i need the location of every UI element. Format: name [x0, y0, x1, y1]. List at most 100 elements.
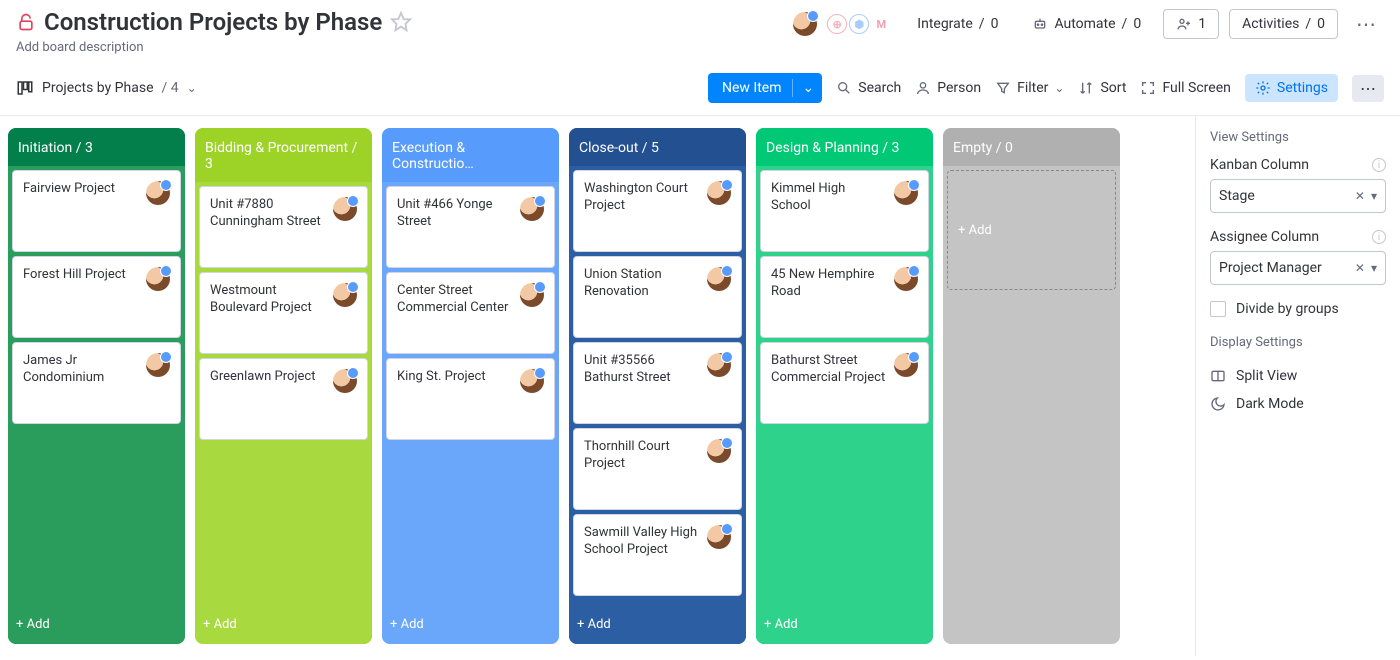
chevron-down-icon: ⌄: [187, 81, 197, 95]
assignee-avatar[interactable]: [520, 283, 544, 307]
filter-button[interactable]: Filter ⌄: [995, 80, 1064, 96]
invite-button[interactable]: 1: [1163, 9, 1219, 39]
column-header[interactable]: Design & Planning / 3: [756, 128, 933, 166]
activities-button[interactable]: Activities / 0: [1229, 9, 1338, 39]
fullscreen-button[interactable]: Full Screen: [1140, 80, 1230, 96]
kanban-card[interactable]: Bathurst Street Commercial Project: [760, 342, 929, 424]
add-card-button[interactable]: + Add: [756, 607, 933, 644]
clear-icon[interactable]: ✕: [1355, 261, 1365, 275]
card-title: Center Street Commercial Center: [397, 283, 514, 343]
kanban-card[interactable]: Westmount Boulevard Project: [199, 272, 368, 354]
assignee-avatar[interactable]: [146, 181, 170, 205]
toolbar-menu-icon[interactable]: ⋯: [1352, 75, 1384, 102]
integrate-button[interactable]: Integrate / 0: [905, 10, 1010, 38]
board-members[interactable]: [793, 12, 817, 36]
clear-icon[interactable]: ✕: [1355, 189, 1365, 203]
person-filter[interactable]: Person: [915, 80, 981, 96]
kanban-card[interactable]: Forest Hill Project: [12, 256, 181, 338]
chevron-down-icon[interactable]: ▾: [1371, 261, 1377, 275]
board-description[interactable]: Add board description: [16, 40, 412, 55]
integration-icon: ⬢: [849, 14, 869, 34]
kanban-card[interactable]: Union Station Renovation: [573, 256, 742, 338]
kanban-card[interactable]: Unit #466 Yonge Street: [386, 186, 555, 268]
dark-mode-option[interactable]: Dark Mode: [1210, 390, 1386, 418]
column-header[interactable]: Close-out / 5: [569, 128, 746, 166]
kanban-column: Initiation / 3 Fairview ProjectForest Hil…: [8, 128, 185, 644]
card-title: Westmount Boulevard Project: [210, 283, 327, 343]
assignee-avatar[interactable]: [894, 353, 918, 377]
assignee-avatar[interactable]: [707, 439, 731, 463]
card-title: Thornhill Court Project: [584, 439, 701, 499]
assignee-avatar[interactable]: [707, 267, 731, 291]
divide-by-groups-checkbox[interactable]: Divide by groups: [1210, 301, 1386, 317]
assignee-avatar[interactable]: [520, 369, 544, 393]
split-view-icon: [1210, 368, 1226, 384]
kanban-card[interactable]: Washington Court Project: [573, 170, 742, 252]
kanban-column: Design & Planning / 3 Kimmel High School4…: [756, 128, 933, 644]
view-selector[interactable]: Projects by Phase / 4 ⌄: [16, 79, 197, 97]
kanban-card[interactable]: Greenlawn Project: [199, 358, 368, 440]
search-icon: [836, 80, 852, 96]
assignee-avatar[interactable]: [146, 353, 170, 377]
assignee-avatar[interactable]: [333, 197, 357, 221]
column-header[interactable]: Empty / 0: [943, 128, 1120, 166]
field-label: Assignee Column: [1210, 229, 1319, 245]
assignee-avatar[interactable]: [707, 181, 731, 205]
add-card-button[interactable]: + Add: [947, 170, 1116, 290]
kanban-card[interactable]: Thornhill Court Project: [573, 428, 742, 510]
assignee-avatar[interactable]: [146, 267, 170, 291]
board-menu-icon[interactable]: ⋯: [1348, 8, 1384, 40]
kanban-card[interactable]: Unit #35566 Bathurst Street: [573, 342, 742, 424]
card-title: Unit #35566 Bathurst Street: [584, 353, 701, 413]
info-icon[interactable]: i: [1372, 158, 1386, 172]
card-title: King St. Project: [397, 369, 486, 429]
moon-icon: [1210, 396, 1226, 412]
kanban-column-select[interactable]: Stage ✕▾: [1210, 179, 1386, 213]
lock-icon: [16, 12, 36, 32]
new-item-button[interactable]: New Item ⌄: [708, 73, 822, 103]
kanban-board: Initiation / 3 Fairview ProjectForest Hil…: [0, 116, 1195, 656]
assignee-avatar[interactable]: [333, 283, 357, 307]
assignee-column-select[interactable]: Project Manager ✕▾: [1210, 251, 1386, 285]
split-view-option[interactable]: Split View: [1210, 362, 1386, 390]
star-icon[interactable]: [390, 11, 412, 33]
chevron-down-icon[interactable]: ⌄: [803, 80, 815, 96]
settings-button[interactable]: Settings: [1245, 74, 1338, 102]
integration-icon: ⊕: [827, 14, 847, 34]
view-settings-panel: View Settings Kanban Column i Stage ✕▾ A…: [1195, 116, 1400, 656]
card-title: Unit #466 Yonge Street: [397, 197, 514, 257]
kanban-column: Empty / 0 + Add: [943, 128, 1120, 644]
label: Integrate: [917, 16, 973, 32]
kanban-card[interactable]: Unit #7880 Cunningham Street: [199, 186, 368, 268]
automate-button[interactable]: Automate / 0: [1020, 10, 1153, 38]
info-icon[interactable]: i: [1372, 230, 1386, 244]
kanban-column: Close-out / 5 Washington Court Project Uni…: [569, 128, 746, 644]
assignee-avatar[interactable]: [894, 267, 918, 291]
assignee-avatar[interactable]: [894, 181, 918, 205]
sort-button[interactable]: Sort: [1078, 80, 1126, 96]
chevron-down-icon[interactable]: ▾: [1371, 189, 1377, 203]
kanban-card[interactable]: Kimmel High School: [760, 170, 929, 252]
assignee-avatar[interactable]: [707, 525, 731, 549]
kanban-card[interactable]: Center Street Commercial Center: [386, 272, 555, 354]
add-card-button[interactable]: + Add: [195, 607, 372, 644]
kanban-card[interactable]: King St. Project: [386, 358, 555, 440]
assignee-avatar[interactable]: [520, 197, 544, 221]
add-card-button[interactable]: + Add: [382, 607, 559, 644]
board-title[interactable]: Construction Projects by Phase: [44, 8, 382, 36]
search-button[interactable]: Search: [836, 80, 901, 96]
add-card-button[interactable]: + Add: [569, 607, 746, 644]
assignee-avatar[interactable]: [707, 353, 731, 377]
kanban-card[interactable]: James Jr Condominium: [12, 342, 181, 424]
add-card-button[interactable]: + Add: [8, 607, 185, 644]
column-header[interactable]: Initiation / 3: [8, 128, 185, 166]
sort-icon: [1078, 80, 1094, 96]
card-title: Sawmill Valley High School Project: [584, 525, 701, 585]
card-title: Union Station Renovation: [584, 267, 701, 327]
column-header[interactable]: Bidding & Procurement / 3: [195, 128, 372, 182]
assignee-avatar[interactable]: [333, 369, 357, 393]
kanban-card[interactable]: Fairview Project: [12, 170, 181, 252]
kanban-card[interactable]: 45 New Hemphire Road: [760, 256, 929, 338]
kanban-card[interactable]: Sawmill Valley High School Project: [573, 514, 742, 596]
column-header[interactable]: Execution & Constructio…: [382, 128, 559, 182]
